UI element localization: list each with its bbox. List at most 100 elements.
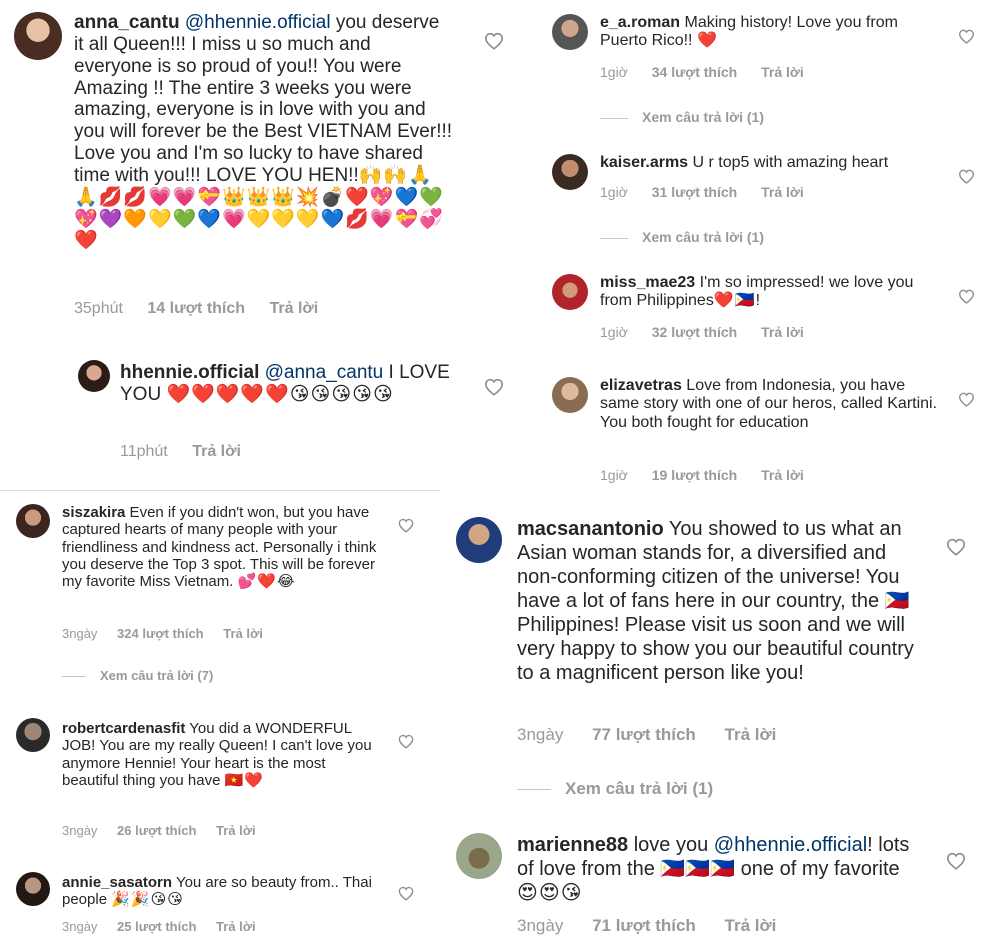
view-replies-line: [600, 237, 628, 239]
avatar[interactable]: [552, 377, 588, 413]
like-heart-icon[interactable]: [958, 29, 975, 44]
comment-time: 1giờ: [600, 64, 628, 80]
view-replies-line: [62, 676, 86, 678]
view-replies-line: [600, 117, 628, 119]
comment-meta: 35phút 14 lượt thích Trả lời: [74, 300, 318, 318]
comment-emoji: 🎉🎉😘😘: [111, 891, 184, 909]
reply-button[interactable]: Trả lời: [223, 626, 263, 641]
comment-body: U r top5 with amazing heart: [688, 154, 889, 171]
comment-username[interactable]: robertcardenasfit: [62, 720, 185, 737]
comment-emoji: ❤️❤️❤️❤️❤️😘😘😘😘😘: [166, 383, 394, 405]
comment-username[interactable]: marienne88: [517, 834, 628, 856]
comment-time: 3ngày: [517, 916, 564, 935]
comment-likes[interactable]: 32 lượt thích: [652, 324, 737, 340]
comment-username[interactable]: anna_cantu: [74, 12, 180, 33]
comment-likes[interactable]: 31 lượt thích: [652, 184, 737, 200]
like-heart-icon[interactable]: [398, 734, 414, 749]
reply-button[interactable]: Trả lời: [761, 184, 804, 200]
comment-text: e_a.roman Making history! Love you from …: [600, 14, 930, 51]
comment-text: hhennie.official @anna_cantu I LOVE YOU …: [120, 362, 460, 406]
reply-button[interactable]: Trả lời: [725, 916, 777, 936]
comment-body-end: one of my favorite: [735, 858, 900, 880]
comment-time: 35phút: [74, 300, 123, 317]
reply-button[interactable]: Trả lời: [725, 725, 777, 745]
comment-mention[interactable]: @anna_cantu: [265, 362, 384, 383]
reply-button[interactable]: Trả lời: [269, 300, 318, 318]
comment-time: 1giờ: [600, 467, 628, 483]
like-heart-icon[interactable]: [398, 886, 414, 901]
view-replies-label: Xem câu trả lời (1): [642, 229, 764, 245]
comment-body: you deserve it all Queen!!! I miss u so …: [74, 12, 453, 186]
comment-panel-bottom-left: siszakira Even if you didn't won, but yo…: [0, 494, 440, 947]
comment-likes[interactable]: 19 lượt thích: [652, 467, 737, 483]
comment-username[interactable]: miss_mae23: [600, 274, 695, 291]
comment-text: elizavetras Love from Indonesia, you hav…: [600, 377, 940, 432]
comment-username[interactable]: annie_sasatorn: [62, 874, 172, 891]
like-heart-icon[interactable]: [958, 289, 975, 304]
comment-meta: 3ngày 26 lượt thích Trả lời: [62, 823, 256, 838]
comment-likes[interactable]: 25 lượt thích: [117, 919, 196, 934]
flag-icons: 🇵🇭🇵🇭🇵🇭: [660, 858, 736, 880]
comment-likes[interactable]: 324 lượt thích: [117, 626, 204, 641]
like-heart-icon[interactable]: [946, 538, 966, 556]
comment-time: 3ngày: [62, 919, 98, 934]
avatar[interactable]: [456, 517, 502, 563]
comment-meta: 1giờ 34 lượt thích Trả lời: [600, 64, 804, 80]
comment-likes[interactable]: 71 lượt thích: [592, 916, 696, 936]
reply-button[interactable]: Trả lời: [192, 443, 241, 461]
view-replies-button[interactable]: Xem câu trả lời (1): [600, 229, 764, 245]
like-heart-icon[interactable]: [484, 378, 504, 396]
comment-username[interactable]: macsanantonio: [517, 518, 664, 540]
comment-panel-bottom-right: macsanantonio You showed to us what an A…: [446, 505, 1000, 947]
comment-text: robertcardenasfit You did a WONDERFUL JO…: [62, 720, 380, 789]
comment-likes[interactable]: 34 lượt thích: [652, 64, 737, 80]
comment-likes[interactable]: 14 lượt thích: [147, 300, 245, 318]
reply-button[interactable]: Trả lời: [761, 467, 804, 483]
reply-button[interactable]: Trả lời: [216, 919, 256, 934]
comment-username[interactable]: elizavetras: [600, 377, 682, 394]
reply-button[interactable]: Trả lời: [761, 64, 804, 80]
like-heart-icon[interactable]: [958, 392, 975, 407]
comment-time: 1giờ: [600, 324, 628, 340]
comment-panel-top-right: e_a.roman Making history! Love you from …: [538, 0, 1000, 500]
view-replies-button[interactable]: Xem câu trả lời (7): [62, 668, 213, 683]
comment-text: siszakira Even if you didn't won, but yo…: [62, 504, 380, 590]
avatar[interactable]: [552, 154, 588, 190]
comment-emoji: ❤️🇵🇭: [713, 292, 756, 310]
comment-username[interactable]: e_a.roman: [600, 14, 680, 31]
like-heart-icon[interactable]: [946, 852, 966, 870]
avatar[interactable]: [552, 14, 588, 50]
view-replies-button[interactable]: Xem câu trả lời (1): [600, 109, 764, 125]
avatar[interactable]: [16, 872, 50, 906]
like-heart-icon[interactable]: [958, 169, 975, 184]
comment-mention[interactable]: @hhennie.official: [714, 834, 867, 856]
comment-meta: 3ngày 324 lượt thích Trả lời: [62, 626, 263, 641]
view-replies-label: Xem câu trả lời (1): [565, 779, 714, 798]
reply-button[interactable]: Trả lời: [761, 324, 804, 340]
comment-likes[interactable]: 77 lượt thích: [592, 725, 696, 745]
comment-mention[interactable]: @hhennie.official: [180, 12, 331, 33]
comment-time: 3ngày: [517, 725, 564, 744]
avatar[interactable]: [456, 833, 502, 879]
avatar[interactable]: [78, 360, 110, 392]
view-replies-button[interactable]: Xem câu trả lời (1): [517, 779, 713, 799]
comment-time: 3ngày: [62, 626, 98, 641]
comment-username[interactable]: kaiser.arms: [600, 154, 688, 171]
comment-username[interactable]: siszakira: [62, 504, 125, 521]
comment-meta: 1giờ 19 lượt thích Trả lời: [600, 467, 804, 483]
comment-meta: 11phút Trả lời: [120, 443, 241, 461]
avatar[interactable]: [16, 504, 50, 538]
avatar[interactable]: [14, 12, 62, 60]
comment-body: love you: [628, 834, 714, 856]
reply-button[interactable]: Trả lời: [216, 823, 256, 838]
like-heart-icon[interactable]: [484, 32, 504, 50]
avatar[interactable]: [552, 274, 588, 310]
comment-username[interactable]: hhennie.official: [120, 362, 259, 383]
comment-emoji: 🇻🇳❤️: [224, 771, 264, 789]
avatar[interactable]: [16, 718, 50, 752]
comment-text: marienne88 love you @hhennie.official! l…: [517, 833, 917, 905]
like-heart-icon[interactable]: [398, 518, 414, 533]
comment-emoji: ❤️: [696, 32, 718, 50]
comment-text: anna_cantu @hhennie.official you deserve…: [74, 12, 454, 252]
comment-likes[interactable]: 26 lượt thích: [117, 823, 196, 838]
